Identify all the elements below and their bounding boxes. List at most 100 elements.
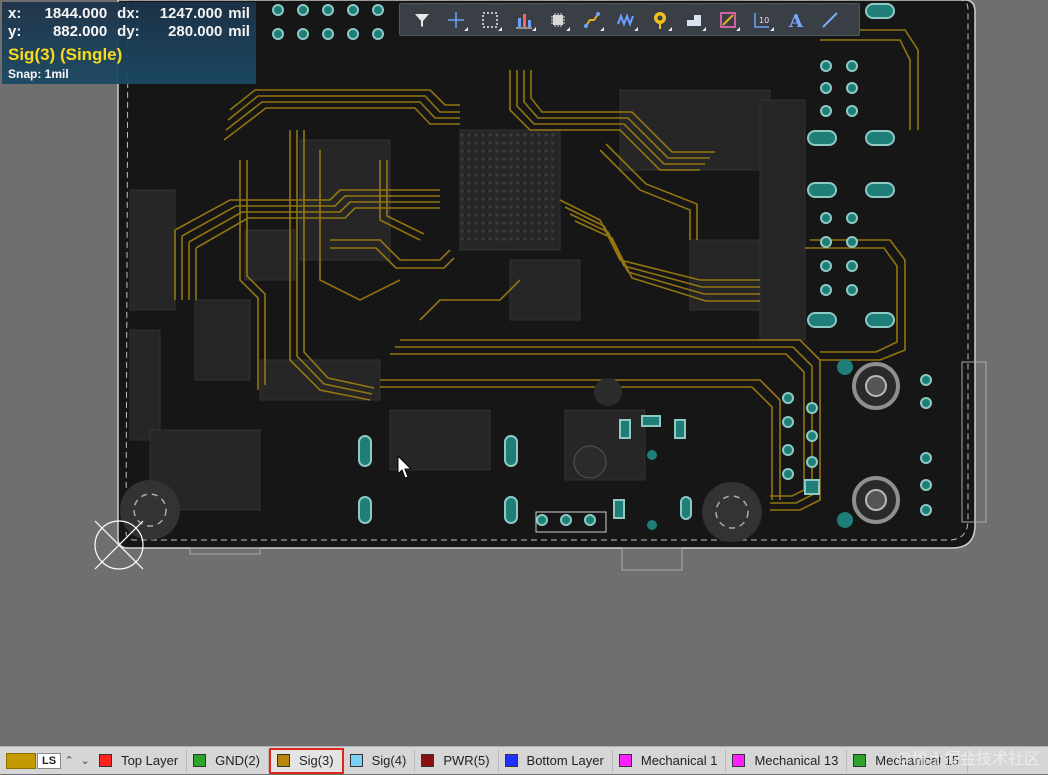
bga-pad <box>488 237 492 241</box>
polygon-icon <box>686 14 701 26</box>
bga-pad <box>460 173 464 177</box>
bga-pad <box>460 205 464 209</box>
bga-pad <box>544 133 548 137</box>
bga-pad <box>460 141 464 145</box>
layer-tab-label: Sig(4) <box>371 753 407 768</box>
round-pad <box>846 105 858 117</box>
bga-pad <box>474 149 478 153</box>
align-button[interactable] <box>508 5 539 34</box>
dx-label: dx: <box>117 5 140 22</box>
round-pad <box>560 514 572 526</box>
round-pad <box>372 4 384 16</box>
bga-pad <box>523 237 527 241</box>
pcb-canvas[interactable] <box>0 0 1048 774</box>
bga-pad <box>530 197 534 201</box>
bga-pad <box>551 181 555 185</box>
component-button[interactable] <box>542 5 573 34</box>
bga-pad <box>544 165 548 169</box>
layer-tab-pwr-5[interactable]: PWR(5) <box>415 749 499 772</box>
bga-pad <box>537 149 541 153</box>
bga-pad <box>530 149 534 153</box>
layer-tab-mechanical-15[interactable]: Mechanical 15 <box>847 749 969 772</box>
text-button[interactable]: A <box>780 5 811 34</box>
bga-pad <box>488 181 492 185</box>
bga-pad <box>488 221 492 225</box>
bga-pad <box>467 141 471 145</box>
round-pad <box>347 28 359 40</box>
bga-pad <box>537 141 541 145</box>
layer-color-swatch <box>618 754 632 767</box>
route-button[interactable] <box>576 5 607 34</box>
hud-row-x: x: 1844.000 dx: 1247.000 mil <box>8 5 250 23</box>
bga-pad <box>537 229 541 233</box>
bga-pad <box>460 189 464 193</box>
round-pad <box>846 236 858 248</box>
bga-pad <box>495 213 499 217</box>
string-button[interactable]: 10 <box>746 5 777 34</box>
round-pad <box>820 105 832 117</box>
current-layer-swatch[interactable] <box>6 752 36 769</box>
crosshair-button[interactable] <box>440 5 471 34</box>
round-pad <box>920 479 932 491</box>
bga-pad <box>467 237 471 241</box>
round-pad <box>782 444 794 456</box>
layer-tab-label: Bottom Layer <box>526 753 604 768</box>
via-button[interactable] <box>644 5 675 34</box>
filter-icon <box>414 13 429 27</box>
layer-tab-sig-4[interactable]: Sig(4) <box>344 749 416 772</box>
bga-pad <box>474 213 478 217</box>
bga-pad <box>502 197 506 201</box>
bga-pad <box>481 213 485 217</box>
bga-pad <box>502 229 506 233</box>
bga-pad <box>467 197 471 201</box>
dy-label: dy: <box>117 23 140 40</box>
bga-pad <box>460 157 464 161</box>
active-bar-toolbar: 10 A <box>399 3 860 36</box>
dx-unit: mil <box>228 5 250 22</box>
bga-pad <box>495 197 499 201</box>
bga-pad <box>488 213 492 217</box>
bga-pad <box>474 141 478 145</box>
round-pad <box>820 260 832 272</box>
bga-pad <box>544 229 548 233</box>
polygon-button[interactable] <box>678 5 709 34</box>
bga-pad <box>537 213 541 217</box>
layer-scroll-down-icon[interactable]: ⌄ <box>77 754 93 767</box>
layer-tab-top-layer[interactable]: Top Layer <box>93 749 188 772</box>
bga-pad <box>523 181 527 185</box>
bga-pad <box>544 157 548 161</box>
round-pad <box>846 260 858 272</box>
line-button[interactable] <box>814 5 845 34</box>
bga-pad <box>523 213 527 217</box>
bga-pad <box>537 173 541 177</box>
current-layer-label: Sig(3) (Single) <box>8 45 123 64</box>
snap-label: Snap: 1mil <box>8 67 69 81</box>
bga-pad <box>460 221 464 225</box>
y-value: 882.000 <box>52 23 108 40</box>
bga-pad <box>502 133 506 137</box>
bga-pad <box>544 221 548 225</box>
bga-pad <box>481 205 485 209</box>
bga-pad <box>502 181 506 185</box>
layer-sets-button[interactable]: LS <box>37 752 62 769</box>
interactive-route-button[interactable] <box>610 5 641 34</box>
round-pad <box>920 452 932 464</box>
bga-pad <box>509 141 513 145</box>
bga-pad <box>530 213 534 217</box>
layer-tab-mechanical-13[interactable]: Mechanical 13 <box>726 749 848 772</box>
layer-tab-gnd-2[interactable]: GND(2) <box>187 749 269 772</box>
bga-pad <box>488 205 492 209</box>
bga-pad <box>516 133 520 137</box>
layer-tab-sig-3[interactable]: Sig(3) <box>268 747 344 774</box>
bga-pad <box>551 133 555 137</box>
dimension-icon <box>719 11 736 28</box>
select-rectangle-button[interactable] <box>474 5 505 34</box>
layer-tab-mechanical-1[interactable]: Mechanical 1 <box>613 749 727 772</box>
dimension-button[interactable] <box>712 5 743 34</box>
filter-button[interactable] <box>406 5 437 34</box>
round-pad <box>920 504 932 516</box>
layer-tab-bottom-layer[interactable]: Bottom Layer <box>499 749 613 772</box>
layer-scroll-up-icon[interactable]: ⌃ <box>61 754 77 767</box>
bga-pad <box>509 197 513 201</box>
bga-pad <box>488 149 492 153</box>
